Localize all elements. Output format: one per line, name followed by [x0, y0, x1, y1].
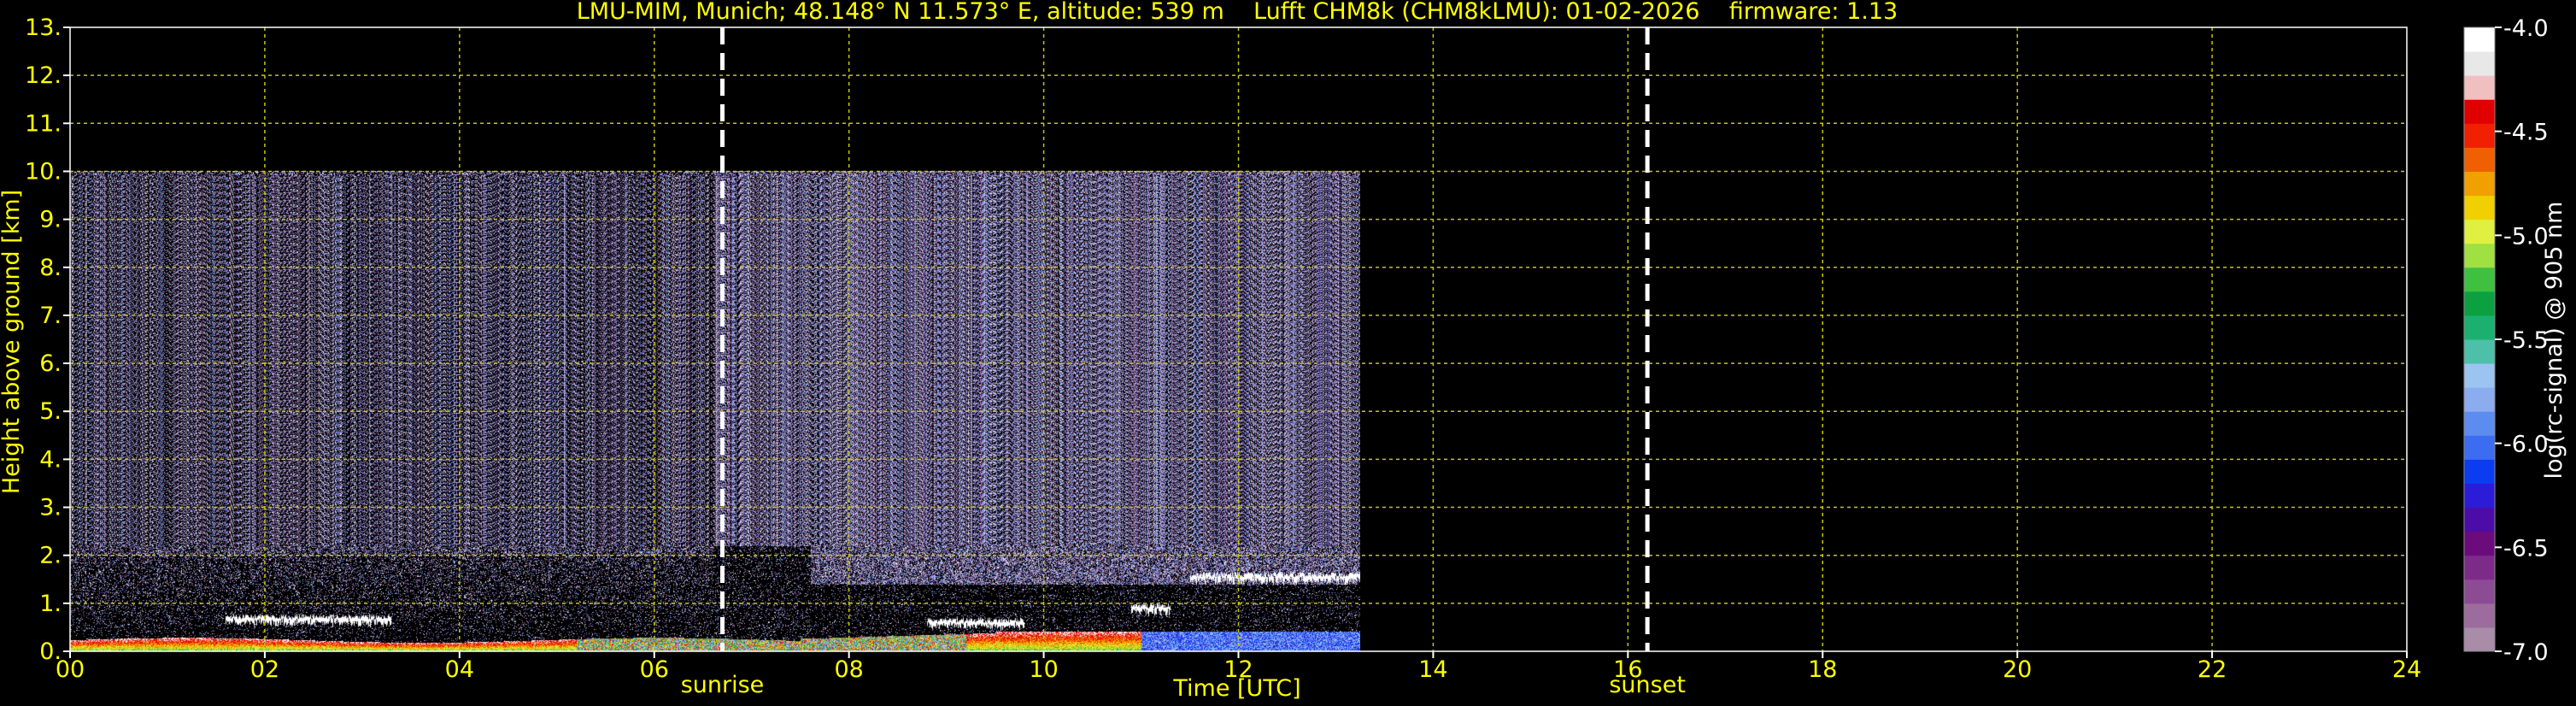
x-tick-label: 24	[2392, 656, 2421, 683]
y-tick-label: 12.	[25, 62, 62, 89]
x-tick-label: 02	[250, 656, 279, 683]
y-axis-label: Height above ground [km]	[0, 190, 25, 494]
y-tick-label: 8.	[39, 255, 62, 281]
colorbar-segment	[2464, 411, 2495, 436]
colorbar-segment	[2464, 27, 2495, 52]
colorbar-tick-label: -4.5	[2503, 120, 2549, 146]
colorbar-segment	[2464, 387, 2495, 412]
y-tick-label: 4.	[39, 446, 62, 473]
x-tick-label: 10	[1029, 656, 1058, 683]
colorbar-segment	[2464, 75, 2495, 100]
x-tick-label: 04	[445, 656, 474, 683]
colorbar-segment	[2464, 603, 2495, 628]
colorbar-segment	[2464, 147, 2495, 172]
colorbar-segment	[2464, 99, 2495, 124]
x-tick-label: 08	[834, 656, 863, 683]
y-tick-label: 7.	[39, 303, 62, 329]
y-tick-label: 5.	[39, 398, 62, 425]
colorbar-segment	[2464, 627, 2495, 652]
y-tick-label: 0.	[39, 638, 62, 665]
sunset-label: sunset	[1609, 672, 1686, 698]
colorbar-tick-label: -6.5	[2503, 535, 2549, 562]
colorbar-segment	[2464, 579, 2495, 604]
ceilometer-chart: LMU-MIM, Munich; 48.148° N 11.573° E, al…	[0, 0, 2576, 706]
colorbar-segment	[2464, 459, 2495, 484]
colorbar-label: log(rc-signal) @ 905 nm	[2541, 202, 2567, 479]
colorbar-segment	[2464, 267, 2495, 292]
x-tick-label: 18	[1808, 656, 1837, 683]
colorbar-segment	[2464, 315, 2495, 340]
sunrise-label: sunrise	[681, 672, 765, 698]
colorbar-tick-label: -7.0	[2503, 639, 2549, 666]
x-tick-label: 20	[2003, 656, 2032, 683]
y-tick-label: 6.	[39, 350, 62, 377]
chart-title: LMU-MIM, Munich; 48.148° N 11.573° E, al…	[577, 0, 1898, 25]
colorbar-segment	[2464, 555, 2495, 580]
colorbar-segment	[2464, 507, 2495, 532]
y-tick-label: 9.	[39, 207, 62, 233]
colorbar-tick-label: -4.0	[2503, 15, 2549, 42]
colorbar-segment	[2464, 363, 2495, 388]
colorbar-segment	[2464, 435, 2495, 460]
y-tick-label: 13.	[25, 15, 62, 41]
colorbar-segment	[2464, 51, 2495, 76]
x-tick-label: 06	[640, 656, 669, 683]
x-tick-label: 22	[2198, 656, 2227, 683]
y-tick-label: 10.	[25, 158, 62, 185]
colorbar-segment	[2464, 219, 2495, 244]
y-tick-label: 3.	[39, 495, 62, 521]
x-tick-label: 14	[1418, 656, 1447, 683]
colorbar-segment	[2464, 291, 2495, 316]
colorbar-segment	[2464, 243, 2495, 268]
colorbar-segment	[2464, 171, 2495, 197]
y-tick-label: 11.	[25, 110, 62, 137]
y-tick-label: 2.	[39, 543, 62, 569]
colorbar-segment	[2464, 339, 2495, 364]
colorbar-segment	[2464, 483, 2495, 509]
x-axis-label: Time [UTC]	[1172, 675, 1300, 702]
y-tick-label: 1.	[39, 591, 62, 617]
colorbar-segment	[2464, 531, 2495, 556]
colorbar-segment	[2464, 123, 2495, 148]
colorbar-segment	[2464, 195, 2495, 221]
